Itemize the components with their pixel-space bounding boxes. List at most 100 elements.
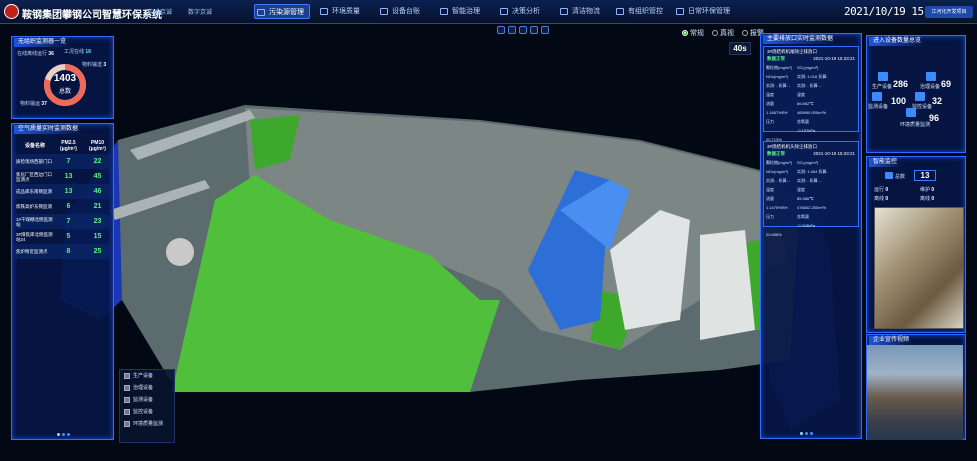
- nav-tab-environment-quality[interactable]: 环境质量: [318, 4, 370, 19]
- legend-item-env-quality[interactable]: 环境质量监测: [120, 418, 174, 430]
- legend-label: 治理设备: [133, 385, 154, 391]
- nav-tab-clean-logistics[interactable]: 清洁物流: [558, 4, 610, 19]
- grid-cell: 湿度: [797, 187, 805, 192]
- radio-label: 常规: [690, 30, 704, 37]
- nav-label: 有组织管控: [628, 8, 663, 15]
- zoom-in-icon[interactable]: [497, 26, 505, 34]
- emission-card[interactable]: 3#烧结机机头除尘排放口 2021-10-19 15:33:21 数据正常 颗粒物…: [763, 141, 859, 237]
- device-label: 生产设备: [872, 84, 893, 90]
- ring-total-label: 总数: [58, 89, 71, 95]
- stat-label: 维护: [920, 187, 931, 193]
- stat-value: 18: [85, 49, 91, 55]
- grid-cell: 含氧量: [797, 119, 809, 124]
- nav-tab-organized-control[interactable]: 有组织管控: [614, 4, 670, 19]
- panel-title: 进入设备数量总览: [869, 37, 926, 46]
- filter-icon[interactable]: [530, 26, 538, 34]
- table-row[interactable]: 焦化厂区西边门口监测点 13 45: [14, 169, 112, 184]
- radio-normal[interactable]: [682, 30, 688, 36]
- checkbox-icon: [124, 373, 130, 379]
- grid-cell: -0.157kPa: [797, 128, 816, 133]
- table-row[interactable]: 炼铁高炉东侧监测 6 21: [14, 199, 112, 214]
- stat-label: 离线: [920, 196, 931, 202]
- stat-value: 0: [931, 187, 935, 193]
- nav-label: 智能治理: [452, 8, 480, 15]
- grid-cell: 含氧量: [797, 214, 809, 219]
- truck-icon: [560, 8, 568, 15]
- settings-icon[interactable]: [541, 26, 549, 34]
- legend-item-production[interactable]: 生产设备: [120, 370, 174, 382]
- nav-tab-daily-management[interactable]: 日常环保管理: [674, 4, 736, 19]
- grid-cell: 实测: - 折算: -: [797, 178, 822, 183]
- device-label: 监测设备: [868, 104, 889, 110]
- header-cell: PM10 (μg/m³): [89, 140, 106, 152]
- nav-tab-equipment-ledger[interactable]: 设备台账: [378, 4, 430, 19]
- nav-label: 设备台账: [392, 8, 420, 15]
- device-label: 治理设备: [920, 84, 941, 90]
- grid-cell: 流量: [766, 101, 774, 106]
- table-row[interactable]: 1#干煤棚北侧监测站 7 23: [14, 214, 112, 229]
- camera-video-feed[interactable]: [874, 207, 964, 329]
- device-value: 96: [929, 113, 940, 123]
- legend-item-surveillance[interactable]: 监控设备: [120, 406, 174, 418]
- grid-cell: 465990.000m³/h: [797, 110, 827, 115]
- table-row[interactable]: 质检现场西部门口 7 22: [14, 154, 112, 169]
- device-value: 100: [891, 96, 907, 106]
- storage-dome: [166, 238, 194, 266]
- nav-label: 清洁物流: [572, 8, 600, 15]
- station-name: 质检现场西部门口: [16, 159, 52, 164]
- grid-cell: 颗粒物(mg/m³): [766, 65, 792, 70]
- calendar-icon: [676, 8, 684, 15]
- grid-cell: [766, 126, 797, 135]
- radio-realview[interactable]: [711, 30, 718, 36]
- legend-item-treatment[interactable]: 治理设备: [120, 382, 174, 394]
- pager-dots[interactable]: [799, 430, 819, 435]
- factory-icon: [878, 72, 888, 81]
- table-row[interactable]: 3#煤焦库北侧监测站24 5 15: [14, 229, 112, 244]
- pager-dots[interactable]: [56, 431, 76, 436]
- outlet-name: 3#烧结机机尾除尘排放口: [767, 49, 818, 54]
- checkbox-icon: [124, 397, 130, 403]
- header-cell: 设备名称: [24, 142, 45, 149]
- project-select[interactable]: 江河化开发项目: [925, 6, 973, 18]
- grid-cell: 实测: 1.464 折算: -: [797, 169, 828, 174]
- panel-title: 空气质量实时监测数据: [14, 125, 83, 134]
- stat-material-transport: 物料输送 3: [82, 61, 106, 68]
- stat-value: 36: [48, 51, 54, 57]
- legend-label: 生产设备: [133, 373, 154, 379]
- camera-icon: [915, 92, 925, 101]
- panel-title: 智能监控: [869, 158, 902, 167]
- grid-cell: 压力: [766, 119, 774, 124]
- panel-title: 主要排放口实时监测数据: [763, 35, 838, 44]
- monitor-stat: 离线 0: [874, 195, 888, 202]
- refresh-timer: 40s: [729, 42, 751, 55]
- pm25-value: 13: [64, 188, 73, 195]
- emission-grid: 颗粒物(mg/m³) SO₂(mg/m³) NOx(mg/m³) 实测: 1.464…: [764, 157, 858, 240]
- nav-tab-decision-analysis[interactable]: 决策分析: [498, 4, 550, 19]
- stat-label: 工况在线: [64, 49, 85, 55]
- company-logo: [4, 4, 19, 19]
- nav-tab-smart-governance[interactable]: 智能治理: [438, 4, 490, 19]
- legend-label: 环境质量监测: [133, 421, 164, 427]
- panel-title: 无组织监测器一览: [14, 38, 71, 47]
- pm10-value: 15: [93, 233, 102, 240]
- table-row[interactable]: 成品库东南侧监测 13 46: [14, 184, 112, 199]
- grid-cell: NOx(mg/m³): [766, 169, 788, 174]
- pm25-value: 6: [66, 203, 71, 210]
- globe-icon[interactable]: [508, 26, 516, 34]
- grid-cell: 流量: [766, 196, 774, 201]
- table-row[interactable]: 焦炉附近监测点 8 25: [14, 244, 112, 259]
- layers-icon[interactable]: [519, 26, 527, 34]
- promo-video-thumbnail[interactable]: [867, 345, 963, 440]
- nav-tab-pollution-source[interactable]: 污染源管理: [254, 4, 310, 19]
- pm25-value: 5: [66, 233, 71, 240]
- outlet-name: 3#烧结机机头除尘排放口: [767, 144, 818, 149]
- emission-card[interactable]: 3#烧结机机尾除尘排放口 2021-10-19 15:33:21 数据正常 颗粒物…: [763, 46, 859, 142]
- grid-cell: SO₂(mg/m³): [797, 160, 819, 165]
- checkbox-icon: [124, 409, 130, 415]
- checkbox-icon: [124, 421, 130, 427]
- filter-tower-icon: [926, 72, 936, 81]
- ring-total-value: 1403: [53, 73, 77, 84]
- station-name: 1#干煤棚北侧监测站: [16, 216, 53, 227]
- radio-alarm[interactable]: [741, 30, 748, 36]
- legend-item-monitoring[interactable]: 监测设备: [120, 394, 174, 406]
